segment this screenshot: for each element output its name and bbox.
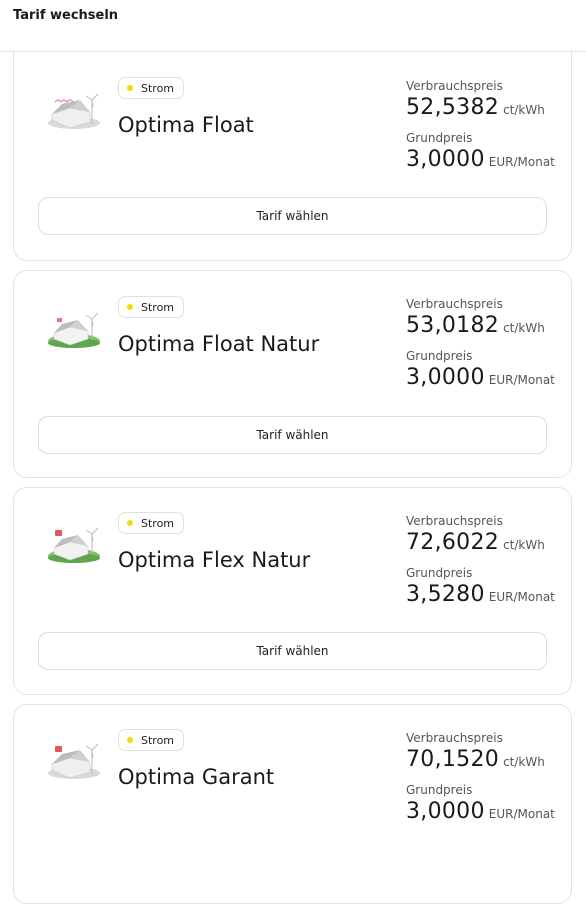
- base-price-row: 3,0000 EUR/Monat: [406, 147, 566, 172]
- badge-label: Strom: [141, 81, 175, 95]
- consumption-price-label: Verbrauchspreis: [406, 79, 503, 93]
- consumption-price-unit: ct/kWh: [503, 538, 545, 552]
- green-house-wind-turbine-icon: [48, 312, 100, 348]
- price-block: Verbrauchspreis 52,5382 ct/kWh Grundprei…: [406, 79, 566, 172]
- base-price-value: 3,0000: [406, 365, 485, 390]
- page-title: Tarif wechseln: [13, 8, 119, 23]
- base-price-label: Grundpreis: [406, 349, 473, 363]
- consumption-price-label: Verbrauchspreis: [406, 297, 503, 311]
- strom-badge: Strom: [118, 512, 185, 534]
- tariff-card: Strom Optima Float Natur Verbrauchspreis…: [13, 270, 572, 478]
- strom-badge: Strom: [118, 77, 185, 99]
- tariff-list: Strom Optima Float Verbrauchspreis 52,53…: [13, 52, 572, 904]
- consumption-price-unit: ct/kWh: [503, 103, 545, 117]
- tariff-name: Optima Garant: [118, 765, 275, 789]
- consumption-price-value: 53,0182: [406, 313, 500, 338]
- page-header: Tarif wechseln: [0, 0, 586, 52]
- base-price-label: Grundpreis: [406, 566, 473, 580]
- price-block: Verbrauchspreis 72,6022 ct/kWh Grundprei…: [406, 514, 566, 607]
- consumption-price-row: 53,0182 ct/kWh: [406, 313, 566, 338]
- consumption-price-row: 52,5382 ct/kWh: [406, 95, 566, 120]
- consumption-price-value: 72,6022: [406, 530, 500, 555]
- tariff-card: Strom Optima Flex Natur Verbrauchspreis …: [13, 487, 572, 695]
- base-price-value: 3,0000: [406, 147, 485, 172]
- base-price-row: 3,0000 EUR/Monat: [406, 365, 566, 390]
- badge-label: Strom: [141, 300, 175, 314]
- consumption-price-value: 52,5382: [406, 95, 500, 120]
- consumption-price-row: 70,1520 ct/kWh: [406, 747, 566, 772]
- house-wind-turbine-icon: [48, 743, 100, 779]
- base-price-value: 3,5280: [406, 582, 485, 607]
- consumption-price-value: 70,1520: [406, 747, 500, 772]
- tariff-card: Strom Optima Float Verbrauchspreis 52,53…: [13, 52, 572, 261]
- tariff-name: Optima Float Natur: [118, 332, 320, 356]
- strom-dot-icon: [127, 520, 133, 526]
- select-tariff-button[interactable]: Tarif wählen: [38, 416, 547, 454]
- price-block: Verbrauchspreis 53,0182 ct/kWh Grundprei…: [406, 297, 566, 390]
- price-block: Verbrauchspreis 70,1520 ct/kWh Grundprei…: [406, 731, 566, 824]
- green-house-wind-turbine-icon: [48, 527, 100, 563]
- select-tariff-button[interactable]: Tarif wählen: [38, 632, 547, 670]
- select-tariff-button[interactable]: Tarif wählen: [38, 197, 547, 235]
- base-price-label: Grundpreis: [406, 131, 473, 145]
- base-price-unit: EUR/Monat: [488, 590, 555, 604]
- base-price-row: 3,5280 EUR/Monat: [406, 582, 566, 607]
- consumption-price-unit: ct/kWh: [503, 755, 545, 769]
- badge-label: Strom: [141, 733, 175, 747]
- strom-dot-icon: [127, 304, 133, 310]
- strom-dot-icon: [127, 737, 133, 743]
- tariff-card: Strom Optima Garant Verbrauchspreis 70,1…: [13, 704, 572, 904]
- base-price-unit: EUR/Monat: [488, 155, 555, 169]
- base-price-unit: EUR/Monat: [488, 373, 555, 387]
- consumption-price-label: Verbrauchspreis: [406, 514, 503, 528]
- strom-badge: Strom: [118, 296, 185, 318]
- tariff-name: Optima Float: [118, 113, 254, 137]
- house-wind-turbine-icon: [48, 93, 100, 129]
- consumption-price-unit: ct/kWh: [503, 321, 545, 335]
- badge-label: Strom: [141, 516, 175, 530]
- base-price-value: 3,0000: [406, 799, 485, 824]
- base-price-label: Grundpreis: [406, 783, 473, 797]
- base-price-row: 3,0000 EUR/Monat: [406, 799, 566, 824]
- consumption-price-row: 72,6022 ct/kWh: [406, 530, 566, 555]
- tariff-name: Optima Flex Natur: [118, 548, 311, 572]
- consumption-price-label: Verbrauchspreis: [406, 731, 503, 745]
- strom-badge: Strom: [118, 729, 185, 751]
- strom-dot-icon: [127, 85, 133, 91]
- base-price-unit: EUR/Monat: [488, 807, 555, 821]
